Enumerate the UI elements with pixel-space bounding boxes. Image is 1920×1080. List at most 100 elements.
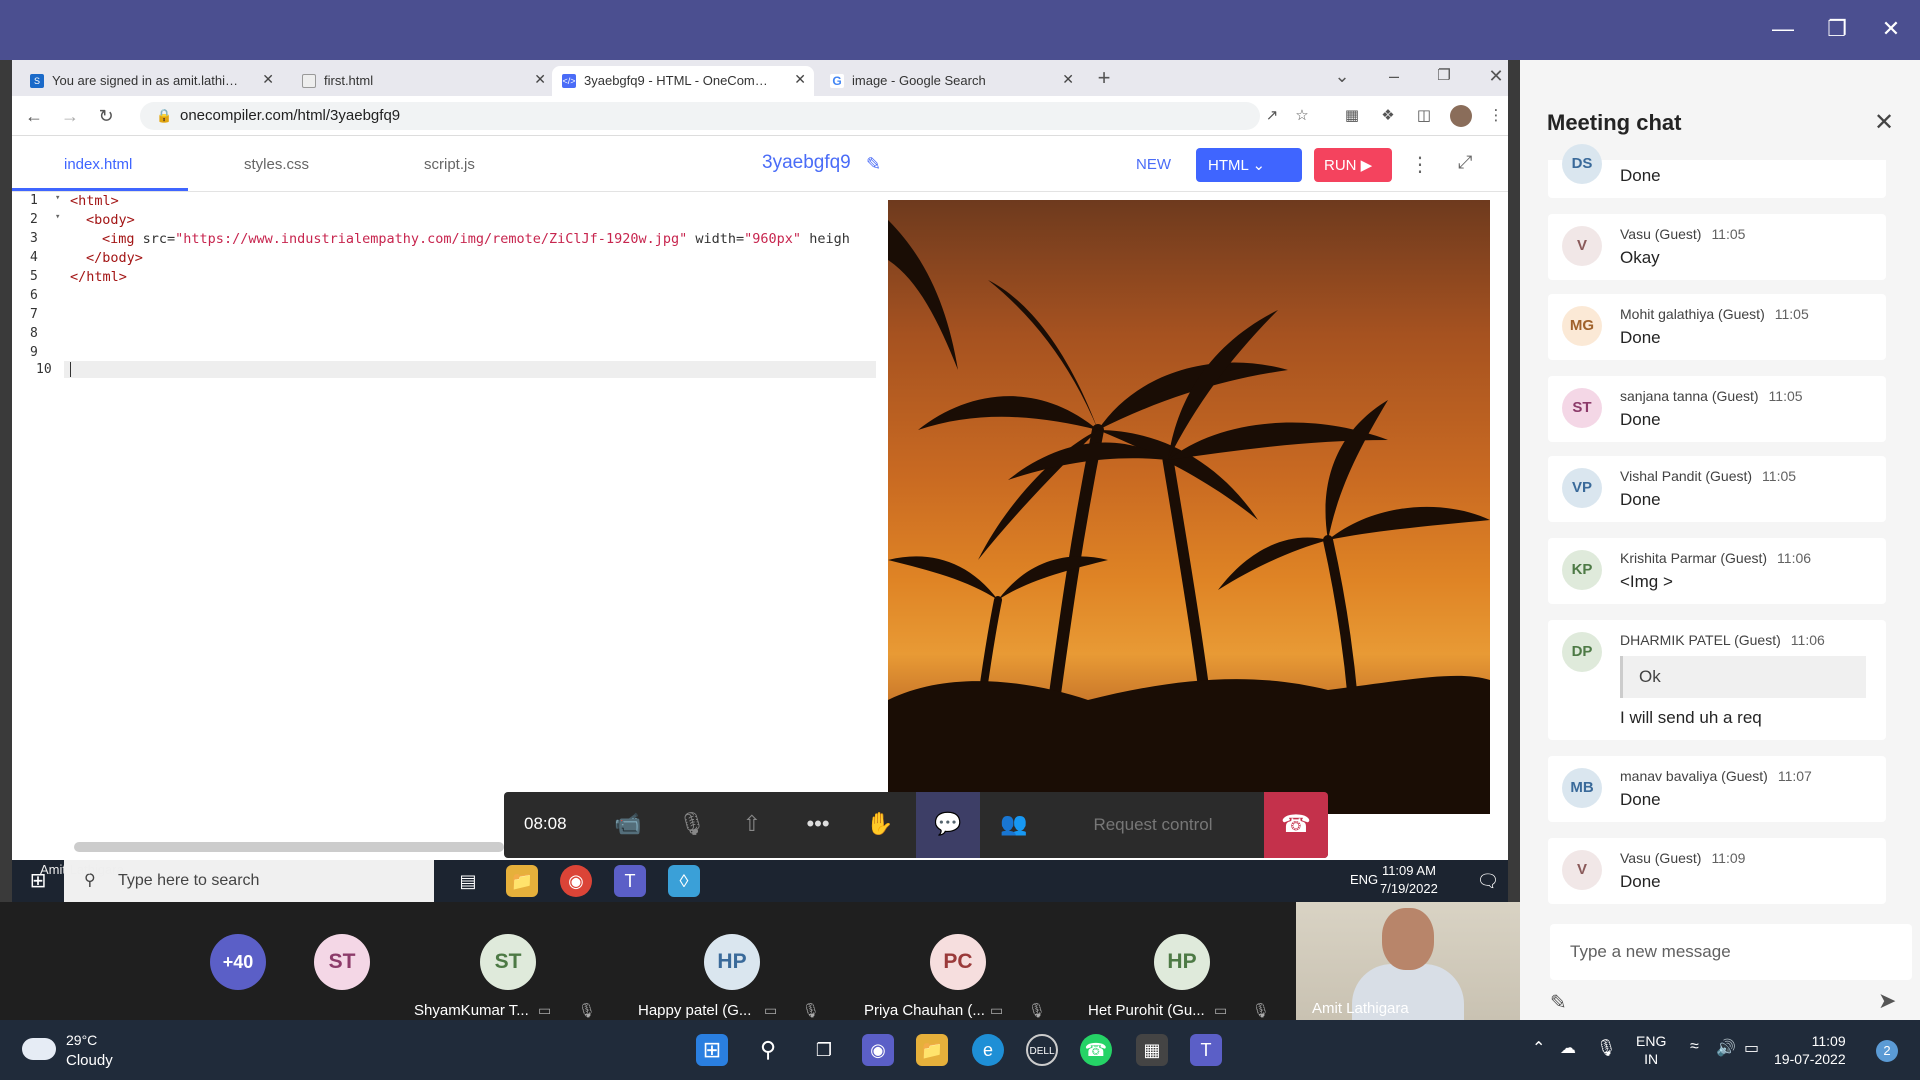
participant-avatar[interactable]: ST xyxy=(480,934,536,990)
participant-avatar[interactable]: HP xyxy=(704,934,760,990)
horizontal-scrollbar[interactable] xyxy=(74,842,504,852)
new-button[interactable]: NEW xyxy=(1136,156,1171,173)
star-icon[interactable]: ☆ xyxy=(1292,106,1312,126)
mic-off-icon[interactable]: 🎙 xyxy=(672,804,712,844)
wifi-icon[interactable]: ≈ xyxy=(1690,1038,1699,1056)
fold-icon[interactable]: ▾ xyxy=(55,193,60,203)
quoted-reply[interactable]: Ok xyxy=(1620,656,1866,698)
run-button[interactable]: RUN ▶ xyxy=(1314,148,1392,182)
input-language[interactable]: ENG xyxy=(1350,872,1378,887)
windows-start-icon[interactable]: ⊞ xyxy=(696,1034,728,1066)
close-tab-icon[interactable]: ✕ xyxy=(534,71,546,88)
new-tab-icon[interactable]: + xyxy=(1092,66,1116,90)
browser-tab-onecompiler[interactable]: </> 3yaebgfq9 - HTML - OneCompiler ✕ xyxy=(552,66,814,96)
file-explorer-icon[interactable]: 📁 xyxy=(506,865,538,897)
chat-message[interactable]: MG Mohit galathiya (Guest) 11:05 Done xyxy=(1548,294,1886,360)
teams-icon[interactable]: T xyxy=(1190,1034,1222,1066)
onedrive-icon[interactable]: ☁ xyxy=(1560,1038,1576,1058)
chat-button[interactable]: 💬 xyxy=(916,792,980,858)
browser-tab-signed-in[interactable]: S You are signed in as amit.lathigara ✕ xyxy=(20,66,282,96)
file-tab-styles[interactable]: styles.css xyxy=(244,156,309,173)
input-language[interactable]: ENG IN xyxy=(1636,1032,1666,1068)
format-icon[interactable]: ✎ xyxy=(1550,990,1567,1015)
browser-close-icon[interactable]: ✕ xyxy=(1484,64,1508,88)
pencil-icon[interactable]: ✎ xyxy=(866,154,881,175)
chat-message[interactable]: DP DHARMIK PATEL (Guest) 11:06 Ok I will … xyxy=(1548,620,1886,740)
participant-avatar[interactable]: PC xyxy=(930,934,986,990)
share-icon[interactable]: ↗ xyxy=(1262,106,1282,126)
code-line[interactable]: <img src="https://www.industrialempathy.… xyxy=(102,231,874,247)
url-field[interactable]: 🔒 onecompiler.com/html/3yaebgfq9 xyxy=(140,102,1260,130)
language-select[interactable]: HTML ⌄ xyxy=(1196,148,1302,182)
fold-icon[interactable]: ▾ xyxy=(55,212,60,222)
app-icon[interactable]: ◊ xyxy=(668,865,700,897)
close-tab-icon[interactable]: ✕ xyxy=(262,71,274,88)
browser-tab-google[interactable]: G image - Google Search ✕ xyxy=(820,66,1082,96)
back-icon[interactable]: ← xyxy=(22,104,46,128)
chevron-up-icon[interactable]: ⌃ xyxy=(1532,1038,1545,1058)
file-tab-script[interactable]: script.js xyxy=(424,156,475,173)
file-tab-index[interactable]: index.html xyxy=(64,156,132,173)
search-icon[interactable]: ⚲ xyxy=(752,1034,784,1066)
browser-minimize-icon[interactable]: – xyxy=(1382,64,1406,88)
teams-icon[interactable]: T xyxy=(614,865,646,897)
sidepanel-icon[interactable]: ◫ xyxy=(1414,106,1434,126)
forward-icon[interactable]: → xyxy=(58,104,82,128)
code-line[interactable]: </body> xyxy=(86,250,143,266)
puzzle-icon[interactable]: ❖ xyxy=(1378,106,1398,126)
more-participants-badge[interactable]: +40 xyxy=(210,934,266,990)
tab-search-icon[interactable]: ⌄ xyxy=(1330,64,1354,88)
code-line[interactable]: <html> xyxy=(70,193,119,209)
send-icon[interactable]: ➤ xyxy=(1878,988,1896,1014)
chat-compose-input[interactable]: Type a new message xyxy=(1550,924,1912,980)
collapse-icon[interactable]: ⤢ xyxy=(1458,152,1472,173)
close-icon[interactable]: ✕ xyxy=(1874,108,1894,137)
close-tab-icon[interactable]: ✕ xyxy=(1062,71,1074,88)
participants-icon[interactable]: 👥 xyxy=(994,804,1034,844)
browser-tab-first-html[interactable]: first.html ✕ xyxy=(292,66,554,96)
raise-hand-icon[interactable]: ✋ xyxy=(860,804,900,844)
edge-icon[interactable]: e xyxy=(972,1034,1004,1066)
more-options-icon[interactable]: ⋮ xyxy=(1410,152,1430,177)
camera-off-icon[interactable]: 📹 xyxy=(608,804,648,844)
notification-badge[interactable]: 2 xyxy=(1876,1040,1898,1062)
minimize-icon[interactable]: — xyxy=(1768,14,1798,44)
close-icon[interactable]: ✕ xyxy=(1876,14,1906,44)
chat-message[interactable]: DS Done xyxy=(1548,144,1886,198)
file-explorer-icon[interactable]: 📁 xyxy=(916,1034,948,1066)
chat-message[interactable]: V Vasu (Guest) 11:09 Done xyxy=(1548,838,1886,904)
profile-avatar[interactable] xyxy=(1450,105,1472,127)
chat-message[interactable]: ST sanjana tanna (Guest) 11:05 Done xyxy=(1548,376,1886,442)
participant-avatar[interactable]: HP xyxy=(1154,934,1210,990)
extension-icon[interactable]: ▦ xyxy=(1342,106,1362,126)
taskbar-clock[interactable]: 11:09 AM 7/19/2022 xyxy=(1380,862,1438,898)
weather-temperature[interactable]: 29°C xyxy=(66,1032,97,1048)
mic-muted-icon[interactable]: 🎙 xyxy=(1596,1038,1616,1058)
dell-icon[interactable]: DELL xyxy=(1026,1034,1058,1066)
hang-up-button[interactable]: ☎ xyxy=(1264,792,1328,858)
share-screen-icon[interactable]: ⇧ xyxy=(732,804,772,844)
store-icon[interactable]: ▦ xyxy=(1136,1034,1168,1066)
teams-chat-icon[interactable]: ◉ xyxy=(862,1034,894,1066)
chat-message[interactable]: VP Vishal Pandit (Guest) 11:05 Done xyxy=(1548,456,1886,522)
participant-avatar[interactable]: ST xyxy=(314,934,370,990)
system-clock[interactable]: 11:09 19-07-2022 xyxy=(1774,1032,1846,1068)
volume-icon[interactable]: 🔊 xyxy=(1716,1038,1736,1058)
weather-description[interactable]: Cloudy xyxy=(66,1052,113,1069)
chat-message[interactable]: V Vasu (Guest) 11:05 Okay xyxy=(1548,214,1886,280)
notification-icon[interactable]: 🗨 xyxy=(1472,865,1504,897)
chat-message[interactable]: KP Krishita Parmar (Guest) 11:06 <Img > xyxy=(1548,538,1886,604)
browser-restore-icon[interactable]: ❐ xyxy=(1432,64,1456,88)
request-control-button[interactable]: Request control xyxy=(1068,804,1238,846)
close-tab-icon[interactable]: ✕ xyxy=(794,71,806,88)
code-line[interactable]: <body> xyxy=(86,212,135,228)
restore-icon[interactable]: ❐ xyxy=(1822,14,1852,44)
chrome-icon[interactable]: ◉ xyxy=(560,865,592,897)
task-view-icon[interactable]: ▤ xyxy=(452,865,484,897)
battery-icon[interactable]: ▭ xyxy=(1744,1038,1759,1058)
more-actions-icon[interactable]: ••• xyxy=(798,804,838,844)
whatsapp-icon[interactable]: ☎ xyxy=(1080,1034,1112,1066)
chat-message[interactable]: MB manav bavaliya (Guest) 11:07 Done xyxy=(1548,756,1886,822)
menu-icon[interactable]: ⋮ xyxy=(1486,106,1506,126)
task-view-icon[interactable]: ❐ xyxy=(808,1034,840,1066)
